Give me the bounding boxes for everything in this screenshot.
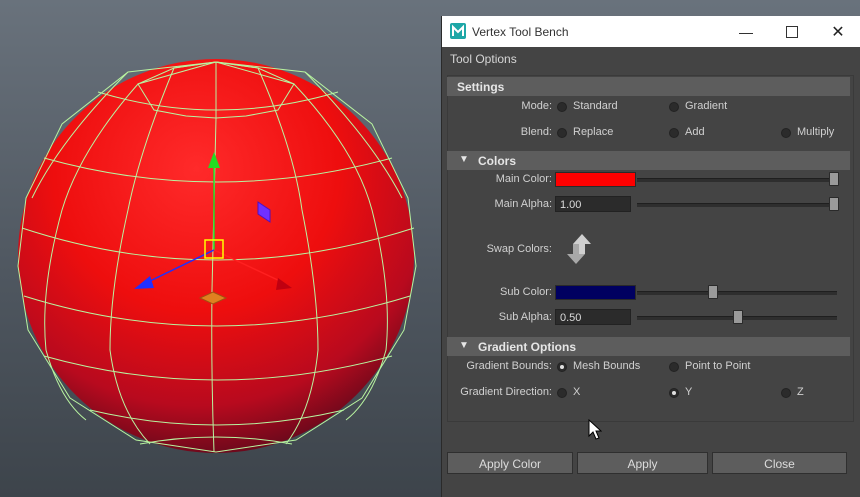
main-color-slider-thumb[interactable] <box>829 172 839 186</box>
vertex-tool-bench-window: Vertex Tool Bench — ✕ Tool Options Setti… <box>441 16 860 497</box>
bounds-point-radio[interactable] <box>669 362 679 372</box>
close-button[interactable]: Close <box>712 452 847 474</box>
mode-gradient-radio[interactable] <box>669 102 679 112</box>
maya-app-icon <box>450 23 466 39</box>
sphere-mesh[interactable] <box>0 0 441 497</box>
viewport[interactable] <box>0 0 441 497</box>
apply-button[interactable]: Apply <box>577 452 708 474</box>
settings-header[interactable]: Settings <box>447 77 850 96</box>
main-color-swatch[interactable] <box>555 172 636 187</box>
gradient-bounds-label: Gradient Bounds: <box>466 360 552 372</box>
main-alpha-slider-thumb[interactable] <box>829 197 839 211</box>
sub-alpha-field[interactable]: 0.50 <box>555 309 631 325</box>
settings-header-label: Settings <box>457 80 505 94</box>
menu-bar: Tool Options <box>442 47 860 69</box>
close-icon[interactable]: ✕ <box>815 16 860 47</box>
collapse-triangle-icon: ▼ <box>459 154 469 165</box>
direction-z-radio[interactable] <box>781 388 791 398</box>
bounds-point-label[interactable]: Point to Point <box>685 360 750 372</box>
gradient-options-header-label: Gradient Options <box>478 340 577 354</box>
swap-colors-label: Swap Colors: <box>486 243 552 255</box>
maximize-icon[interactable] <box>769 16 815 47</box>
sub-alpha-label: Sub Alpha: <box>498 311 552 323</box>
main-alpha-label: Main Alpha: <box>494 198 552 210</box>
blend-add-label[interactable]: Add <box>685 126 705 138</box>
blend-multiply-radio[interactable] <box>781 128 791 138</box>
gradient-direction-label: Gradient Direction: <box>460 386 552 398</box>
sub-color-label: Sub Color: <box>500 286 552 298</box>
sub-alpha-slider-thumb[interactable] <box>733 310 743 324</box>
title-bar[interactable]: Vertex Tool Bench — ✕ <box>442 16 860 47</box>
main-color-label: Main Color: <box>495 173 552 185</box>
direction-x-radio[interactable] <box>557 388 567 398</box>
colors-header-label: Colors <box>478 154 517 168</box>
bounds-mesh-label[interactable]: Mesh Bounds <box>573 360 640 372</box>
minimize-icon[interactable]: — <box>723 16 769 47</box>
gradient-options-header[interactable]: ▼ Gradient Options <box>447 337 850 356</box>
mouse-cursor-icon <box>588 419 602 440</box>
mode-standard-radio[interactable] <box>557 102 567 112</box>
main-alpha-field[interactable]: 1.00 <box>555 196 631 212</box>
sub-color-slider-thumb[interactable] <box>708 285 719 299</box>
sub-color-swatch[interactable] <box>555 285 636 300</box>
blend-replace-radio[interactable] <box>557 128 567 138</box>
swap-colors-icon[interactable] <box>566 234 592 264</box>
mode-standard-label[interactable]: Standard <box>573 100 618 112</box>
main-alpha-slider-track[interactable] <box>637 203 837 207</box>
sub-color-slider-track[interactable] <box>637 291 837 295</box>
blend-replace-label[interactable]: Replace <box>573 126 613 138</box>
direction-y-radio[interactable] <box>669 388 679 398</box>
main-color-slider-track[interactable] <box>637 178 837 182</box>
blend-multiply-label[interactable]: Multiply <box>797 126 834 138</box>
mode-gradient-label[interactable]: Gradient <box>685 100 727 112</box>
apply-color-button[interactable]: Apply Color <box>447 452 573 474</box>
collapse-triangle-icon: ▼ <box>459 340 469 351</box>
mode-label: Mode: <box>521 100 552 112</box>
direction-z-label[interactable]: Z <box>797 386 804 398</box>
colors-header[interactable]: ▼ Colors <box>447 151 850 170</box>
blend-label: Blend: <box>520 126 552 138</box>
window-title: Vertex Tool Bench <box>472 25 569 39</box>
blend-add-radio[interactable] <box>669 128 679 138</box>
menu-tool-options[interactable]: Tool Options <box>450 52 517 66</box>
direction-x-label[interactable]: X <box>573 386 580 398</box>
bounds-mesh-radio[interactable] <box>557 362 567 372</box>
direction-y-label[interactable]: Y <box>685 386 692 398</box>
